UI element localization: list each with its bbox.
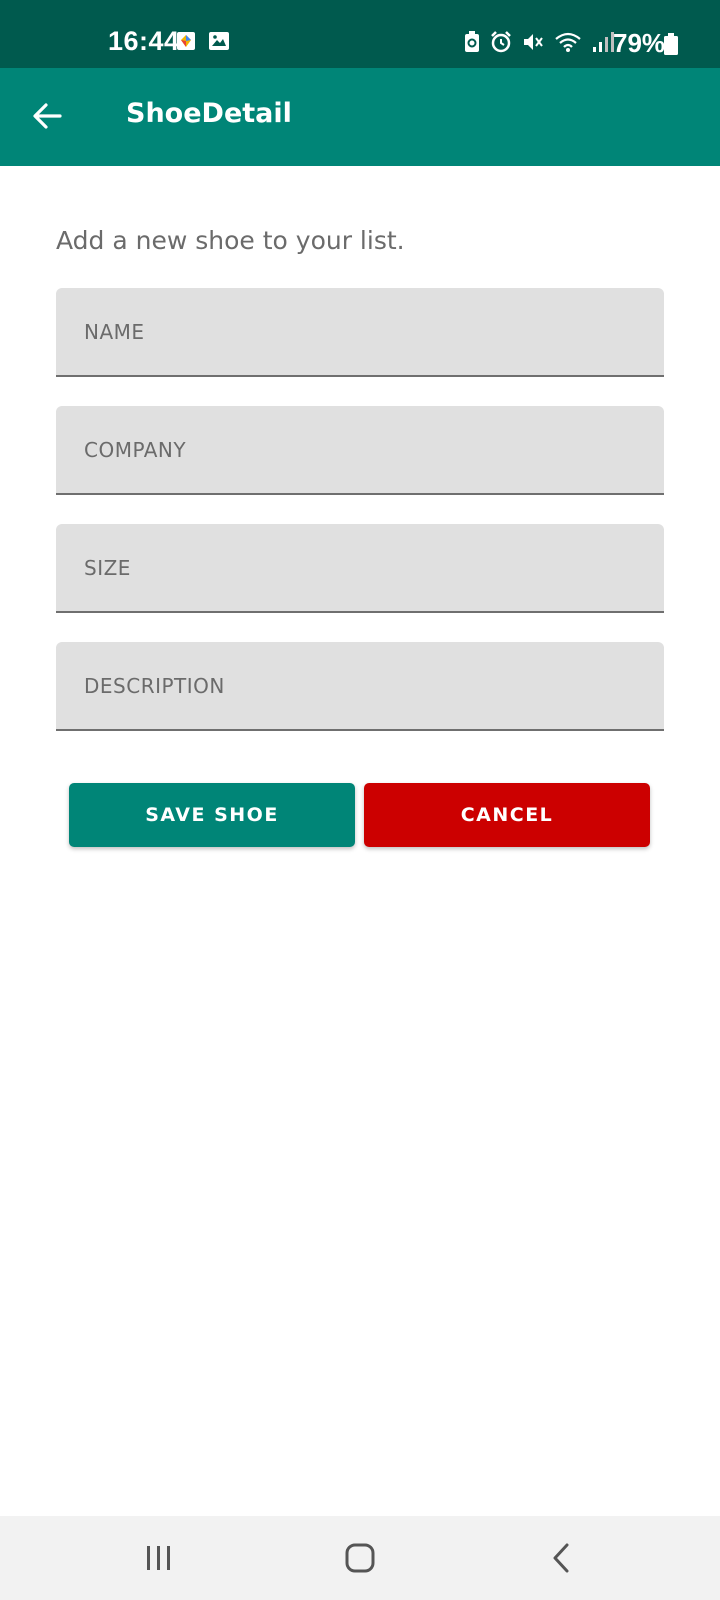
battery-percent: 79% <box>613 28 666 58</box>
status-system-icons <box>464 31 614 57</box>
size-field[interactable] <box>56 524 664 613</box>
description-input[interactable] <box>56 642 664 729</box>
recents-icon[interactable] <box>137 1538 181 1578</box>
form-subtitle: Add a new shoe to your list. <box>56 226 405 255</box>
status-bar: 16:44 79% <box>0 0 720 68</box>
mute-icon <box>522 31 544 57</box>
app-bar: ShoeDetail <box>0 68 720 166</box>
cancel-button[interactable]: CANCEL <box>364 783 650 847</box>
status-time: 16:44 <box>108 26 180 56</box>
save-shoe-button[interactable]: SAVE SHOE <box>69 783 355 847</box>
arrow-left-icon[interactable] <box>32 100 64 132</box>
alarm-icon <box>490 31 512 57</box>
page-title: ShoeDetail <box>126 98 292 129</box>
company-input[interactable] <box>56 406 664 493</box>
system-nav-bar <box>0 1516 720 1600</box>
company-field[interactable] <box>56 406 664 495</box>
gallery-app-icon <box>176 31 196 55</box>
name-input[interactable] <box>56 288 664 375</box>
size-input[interactable] <box>56 524 664 611</box>
name-field[interactable] <box>56 288 664 377</box>
battery-saver-icon <box>464 31 480 57</box>
back-icon[interactable] <box>540 1538 584 1578</box>
status-notification-icons <box>176 31 230 55</box>
signal-icon <box>592 31 614 57</box>
image-icon <box>208 31 230 55</box>
wifi-icon <box>554 31 582 57</box>
home-icon[interactable] <box>338 1538 382 1578</box>
battery-icon <box>664 33 678 59</box>
description-field[interactable] <box>56 642 664 731</box>
